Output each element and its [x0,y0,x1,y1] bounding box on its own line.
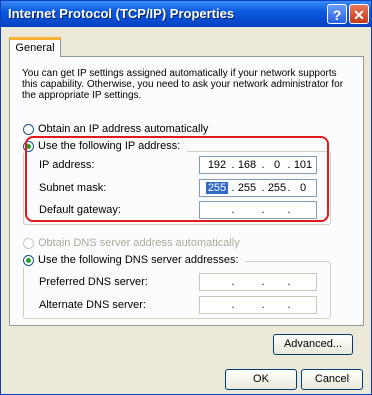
obtain-dns-auto-label[interactable]: Obtain DNS server address automatically [38,237,240,249]
alternate-dns-label: Alternate DNS server: [39,299,146,311]
help-button[interactable]: ? [327,4,347,24]
close-button[interactable]: ✕ [349,4,369,24]
obtain-dns-auto-radio[interactable] [23,238,34,249]
preferred-dns-label: Preferred DNS server: [39,276,148,288]
obtain-ip-auto-label[interactable]: Obtain an IP address automatically [38,123,208,135]
use-following-dns-radio[interactable] [23,255,34,266]
obtain-ip-auto-radio[interactable] [23,124,34,135]
tab-general[interactable]: General [9,37,61,57]
tcpip-properties-dialog: Internet Protocol (TCP/IP) Properties ? … [0,0,372,395]
cancel-button[interactable]: Cancel [301,369,363,390]
title-bar[interactable]: Internet Protocol (TCP/IP) Properties ? … [1,1,371,27]
window-title: Internet Protocol (TCP/IP) Properties [8,6,235,21]
alternate-dns-input[interactable]: . . . [199,296,317,314]
advanced-button[interactable]: Advanced... [273,334,353,355]
preferred-dns-input[interactable]: . . . [199,273,317,291]
ok-button[interactable]: OK [225,369,297,390]
intro-text: You can get IP settings assigned automat… [22,68,344,101]
highlight-annotation-box [25,136,329,222]
use-following-dns-label[interactable]: Use the following DNS server addresses: [38,254,239,266]
